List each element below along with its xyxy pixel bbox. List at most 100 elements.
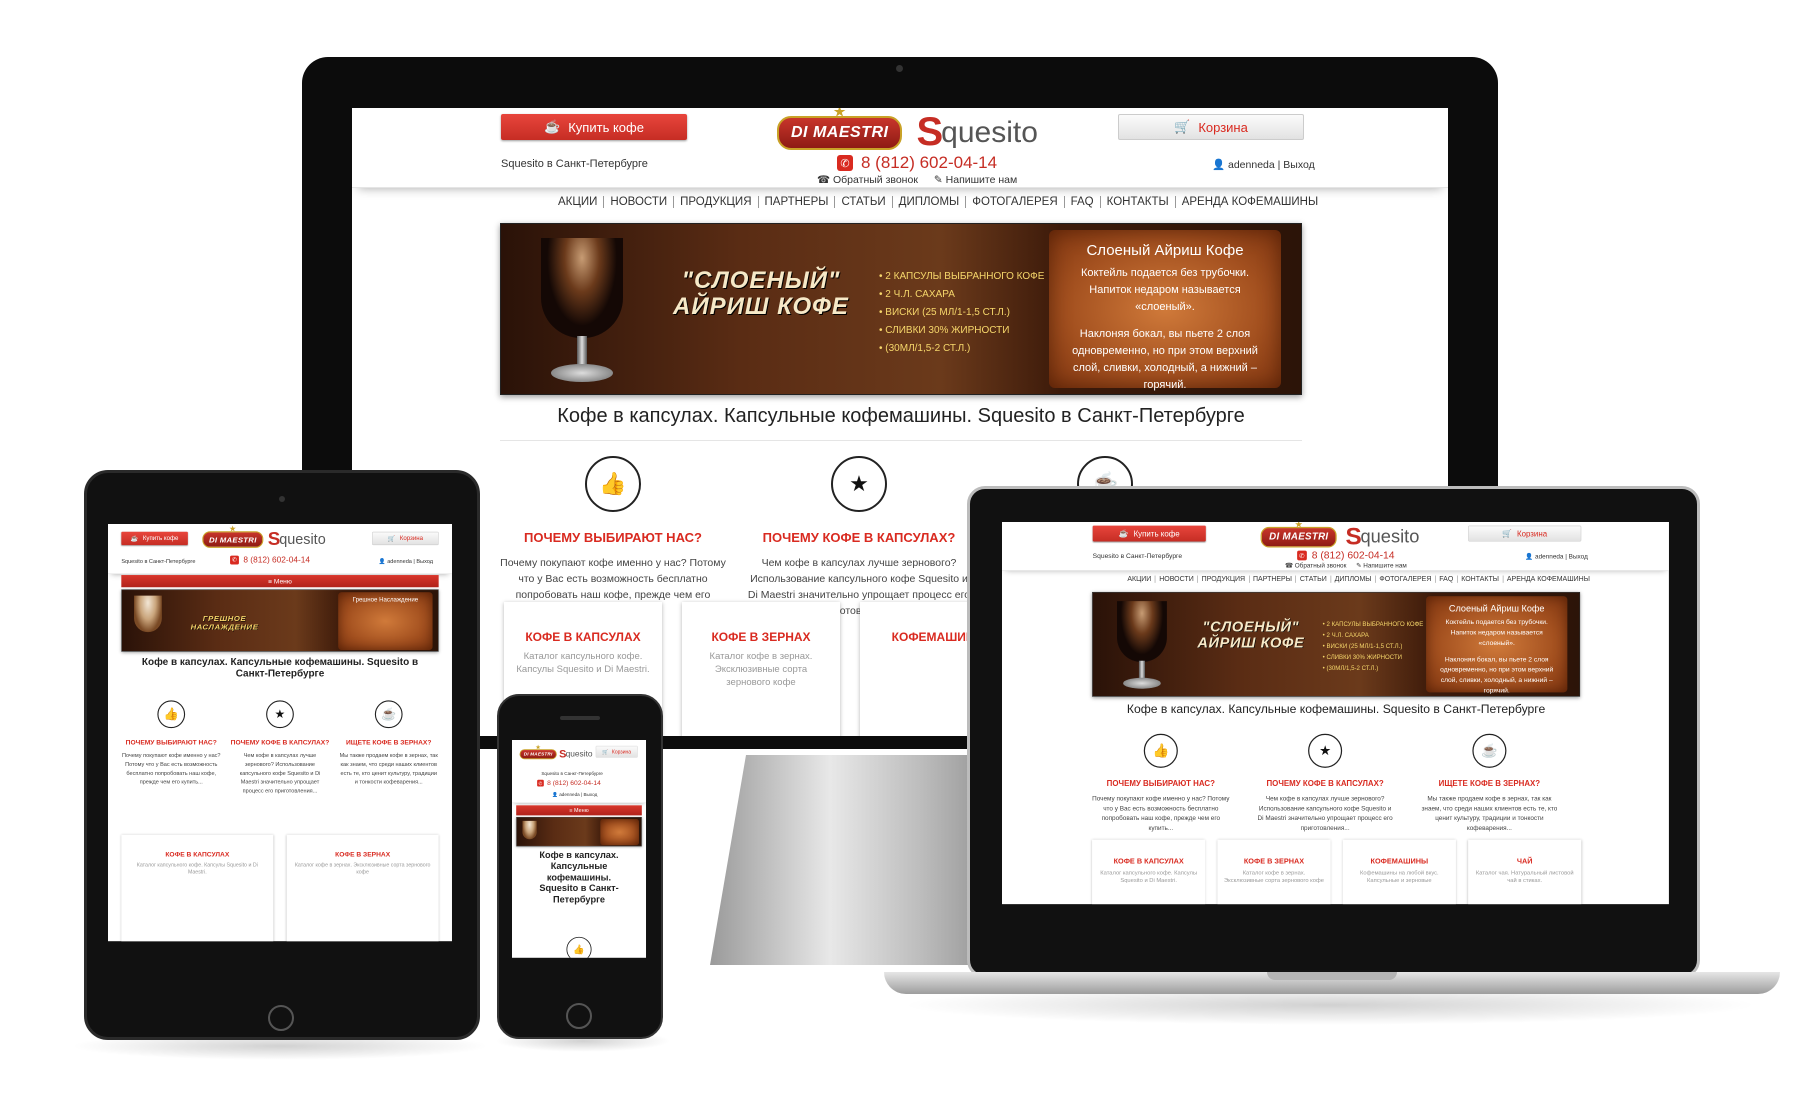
brand-logos[interactable]: DI MAESTRI Squesito bbox=[1260, 522, 1419, 550]
cart-icon: 🛒 bbox=[387, 535, 396, 543]
menu-toggle[interactable]: ≡ Меню bbox=[121, 575, 439, 588]
category-card-beans[interactable]: КОФЕ В ЗЕРНАХ Каталог кофе в зернах. Экс… bbox=[682, 602, 840, 736]
site-header: DI MAESTRI Squesito 🛒Корзина Squesito в … bbox=[512, 740, 647, 803]
phone-number[interactable]: ✆ 8 (812) 602-04-14 bbox=[1297, 549, 1395, 561]
thumbs-up-icon: 👍 bbox=[157, 700, 186, 729]
thumbs-up-icon: 👍 bbox=[566, 936, 592, 958]
phone-icon: ✆ bbox=[230, 555, 239, 565]
nav-item-products[interactable]: ПРОДУКЦИЯ bbox=[1198, 575, 1250, 583]
feature-why-us[interactable]: 👍 ПОЧЕМУ ВЫБИРАЮТ НАС? Почему покупают к… bbox=[500, 456, 726, 619]
user-menu[interactable]: 👤 adenneda | Выход bbox=[552, 792, 597, 797]
page-title: Кофе в капсулах. Капсульные кофемашины. … bbox=[141, 656, 419, 679]
phone-icon: ✆ bbox=[537, 779, 544, 787]
nav-item-diplomas[interactable]: ДИПЛОМЫ bbox=[1331, 575, 1376, 583]
promo-banner[interactable]: ГРЕШНОЕ НАСЛАЖДЕНИЕ Грешное Наслаждение bbox=[121, 589, 439, 652]
ingredient-item: СЛИВКИ 30% ЖИРНОСТИ bbox=[879, 322, 1044, 340]
cart-button[interactable]: 🛒 Корзина bbox=[372, 531, 439, 546]
nav-item-gallery[interactable]: ФОТОГАЛЕРЕЯ bbox=[966, 196, 1065, 208]
cart-icon: 🛒 bbox=[1174, 119, 1191, 134]
contact-links: ☎ Обратный звонок ✎ Напишите нам bbox=[1285, 562, 1407, 569]
promo-banner[interactable]: "СЛОЕНЫЙ" АЙРИШ КОФЕ 2 КАПСУЛЫ ВЫБРАННОГ… bbox=[500, 223, 1302, 395]
brand-logos[interactable]: DI MAESTRI Squesito bbox=[519, 744, 593, 761]
buy-coffee-button[interactable]: ☕ Купить кофе bbox=[1092, 525, 1206, 542]
category-card-tea[interactable]: ЧАЙ Каталог чая. Натуральный листовой чай… bbox=[1468, 839, 1582, 905]
nav-item-gallery[interactable]: ФОТОГАЛЕРЕЯ bbox=[1376, 575, 1436, 583]
cart-button[interactable]: 🛒 Корзина bbox=[1118, 114, 1304, 140]
callback-link[interactable]: ☎ Обратный звонок bbox=[1285, 562, 1346, 569]
feature-beans[interactable]: ☕ ИЩЕТЕ КОФЕ В ЗЕРНАХ? Мы также продаем … bbox=[1421, 733, 1559, 833]
laptop-notch bbox=[1267, 972, 1397, 980]
feature-title: ПОЧЕМУ КОФЕ В КАПСУЛАХ? bbox=[1266, 778, 1384, 788]
callback-link[interactable]: ☎ Обратный звонок bbox=[817, 174, 918, 186]
glass-foot bbox=[551, 364, 613, 382]
cart-button[interactable]: 🛒 Корзина bbox=[1468, 525, 1582, 542]
nav-item-rent[interactable]: АРЕНДА КОФЕМАШИНЫ bbox=[1503, 576, 1593, 583]
nav-item-rent[interactable]: АРЕНДА КОФЕМАШИНЫ bbox=[1176, 196, 1324, 208]
feature-why-capsules[interactable]: ★ ПОЧЕМУ КОФЕ В КАПСУЛАХ? Чем кофе в кап… bbox=[230, 700, 330, 795]
nav-item-contacts[interactable]: КОНТАКТЫ bbox=[1458, 575, 1504, 583]
cart-icon: 🛒 bbox=[602, 748, 609, 755]
nav-item-contacts[interactable]: КОНТАКТЫ bbox=[1101, 196, 1176, 208]
feature-why-capsules[interactable]: ★ ПОЧЕМУ КОФЕ В КАПСУЛАХ? Чем кофе в кап… bbox=[1256, 733, 1394, 833]
category-card-capsules[interactable]: КОФЕ В КАПСУЛАХ Каталог капсульного кофе… bbox=[121, 834, 274, 942]
category-card-capsules[interactable]: КОФЕ В КАПСУЛАХ Каталог капсульного кофе.… bbox=[1092, 839, 1206, 905]
nav-item-faq[interactable]: FAQ bbox=[1436, 575, 1458, 583]
nav-item-promo[interactable]: АКЦИИ bbox=[1124, 575, 1156, 583]
phone-home-button[interactable] bbox=[566, 1003, 592, 1029]
feature-title: ПОЧЕМУ КОФЕ В КАПСУЛАХ? bbox=[762, 530, 956, 545]
tablet-home-button[interactable] bbox=[268, 1005, 294, 1031]
feature-beans[interactable]: ☕ ИЩЕТЕ КОФЕ В ЗЕРНАХ? Мы также продаем … bbox=[339, 700, 439, 787]
write-us-link[interactable]: ✎ Напишите нам bbox=[934, 174, 1017, 186]
ingredient-item: (30МЛ/1,5-2 СТ.Л.) bbox=[879, 340, 1044, 358]
brand-logos[interactable]: DI MAESTRI Squesito bbox=[202, 524, 326, 550]
feature-why-us[interactable]: 👍 bbox=[558, 936, 600, 958]
card-title: КОФЕМАШИНЫ bbox=[1370, 856, 1429, 866]
nav-item-articles[interactable]: СТАТЬИ bbox=[835, 196, 893, 208]
promo-banner[interactable] bbox=[516, 817, 642, 847]
feature-why-us[interactable]: 👍 ПОЧЕМУ ВЫБИРАЮТ НАС? Почему покупают к… bbox=[1092, 733, 1230, 833]
nav-item-articles[interactable]: СТАТЬИ bbox=[1296, 575, 1331, 583]
nav-item-faq[interactable]: FAQ bbox=[1065, 196, 1101, 208]
feature-text: Мы также продаем кофе в зернах, так как … bbox=[339, 752, 438, 786]
nav-item-diplomas[interactable]: ДИПЛОМЫ bbox=[893, 196, 967, 208]
promo-banner[interactable]: "СЛОЕНЫЙ" АЙРИШ КОФЕ 2 КАПСУЛЫ ВЫБРАННОГ… bbox=[1092, 591, 1581, 697]
feature-why-capsules[interactable]: ★ ПОЧЕМУ КОФЕ В КАПСУЛАХ? Чем кофе в кап… bbox=[746, 456, 972, 619]
nav-item-promo[interactable]: АКЦИИ bbox=[552, 196, 605, 208]
user-menu[interactable]: 👤 adenneda | Выход bbox=[379, 558, 433, 564]
page-title: Кофе в капсулах. Капсульные кофемашины. … bbox=[1126, 702, 1546, 717]
ingredient-item: 2 КАПСУЛЫ ВЫБРАННОГО КОФЕ bbox=[1323, 619, 1424, 630]
buy-coffee-button[interactable]: ☕ Купить кофе bbox=[501, 114, 687, 140]
imac-camera bbox=[896, 65, 903, 72]
feature-why-us[interactable]: 👍 ПОЧЕМУ ВЫБИРАЮТ НАС? Почему покупают к… bbox=[121, 700, 221, 787]
feature-title: ПОЧЕМУ ВЫБИРАЮТ НАС? bbox=[125, 738, 217, 746]
category-card-beans[interactable]: КОФЕ В ЗЕРНАХ Каталог кофе в зернах. Экс… bbox=[286, 834, 439, 942]
nav-item-news[interactable]: НОВОСТИ bbox=[1156, 575, 1199, 583]
nav-item-partners[interactable]: ПАРТНЕРЫ bbox=[759, 196, 836, 208]
contact-links: ☎ Обратный звонок ✎ Напишите нам bbox=[817, 174, 1017, 186]
menu-toggle[interactable]: ≡ Меню bbox=[516, 805, 642, 816]
ingredient-item: 2 Ч.Л. САХАРА bbox=[879, 286, 1044, 304]
phone-number[interactable]: ✆ 8 (812) 602-04-14 bbox=[537, 779, 601, 787]
user-menu[interactable]: 👤 adenneda | Выход bbox=[1525, 552, 1587, 560]
banner-scroll: Слоеный Айриш Кофе Коктейль подается без… bbox=[1049, 230, 1281, 391]
nav-item-news[interactable]: НОВОСТИ bbox=[604, 196, 675, 208]
nav-item-partners[interactable]: ПАРТНЕРЫ bbox=[1249, 575, 1297, 583]
category-card-machines[interactable]: КОФЕМАШИНЫ Кофемашины на любой вкус. Капс… bbox=[1342, 839, 1456, 905]
user-menu[interactable]: 👤 adenneda | Выход bbox=[1212, 158, 1315, 171]
coffee-glass-image bbox=[134, 595, 162, 633]
buy-coffee-button[interactable]: ☕ Купить кофе bbox=[121, 531, 188, 546]
squesito-logo: Squesito bbox=[559, 747, 593, 761]
brand-logos[interactable]: DI MAESTRI Squesito bbox=[777, 108, 1038, 155]
scroll-text: Наклоняя бокал, вы пьете 2 слоя одноврем… bbox=[1072, 328, 1258, 391]
site-header: ☕Купить кофе DI MAESTRI Squesito 🛒Корзин… bbox=[352, 108, 1448, 188]
cup-icon: ☕ bbox=[130, 535, 139, 543]
phone-number[interactable]: ✆ 8 (812) 602-04-14 bbox=[837, 153, 997, 173]
write-us-link[interactable]: ✎ Напишите нам bbox=[1356, 562, 1407, 569]
category-card-beans[interactable]: КОФЕ В ЗЕРНАХ Каталог кофе в зернах. Экск… bbox=[1217, 839, 1331, 905]
star-icon: ★ bbox=[831, 456, 887, 512]
scroll-text: Наклоняя бокал, вы пьете 2 слоя одноврем… bbox=[1440, 655, 1554, 695]
cart-button[interactable]: 🛒 Корзина bbox=[595, 745, 638, 758]
phone-number[interactable]: ✆ 8 (812) 602-04-14 bbox=[230, 555, 310, 565]
nav-item-products[interactable]: ПРОДУКЦИЯ bbox=[674, 196, 759, 208]
card-title: КОФЕ В КАПСУЛАХ bbox=[525, 630, 641, 644]
